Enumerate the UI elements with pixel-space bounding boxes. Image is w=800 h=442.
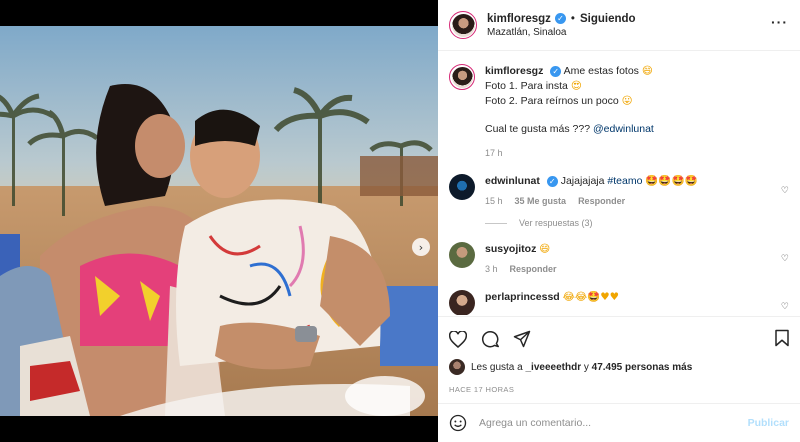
post-time-ago: HACE 17 HORAS <box>449 385 515 394</box>
likes-count[interactable]: 47.495 personas más <box>592 362 693 373</box>
verified-badge-icon: ✓ <box>546 176 558 188</box>
heart-eyes-emoji: 😍 <box>570 80 582 93</box>
carousel-next-button[interactable]: › <box>412 238 430 256</box>
post-actions: Les gusta a _iveeeethdr y 47.495 persona… <box>438 316 800 394</box>
save-bookmark-icon[interactable] <box>774 329 790 347</box>
post-photo[interactable]: › <box>0 26 438 416</box>
couple-beach-photo <box>0 26 438 416</box>
author-username[interactable]: kimfloresgz <box>487 13 551 25</box>
likes-summary[interactable]: Les gusta a _iveeeethdr y 47.495 persona… <box>449 359 789 375</box>
tongue-emoji: 😛 <box>621 95 633 108</box>
smiley-icon[interactable] <box>449 414 467 432</box>
verified-badge-icon: ✓ <box>554 13 566 24</box>
like-comment-heart-icon[interactable]: ♡ <box>781 254 789 264</box>
post-header: kimfloresgz ✓ • Siguiendo Mazatlán, Sina… <box>438 0 800 51</box>
like-comment-heart-icon[interactable]: ♡ <box>781 186 789 196</box>
comment-likes[interactable]: 35 Me gusta <box>515 196 567 206</box>
publish-button[interactable]: Publicar <box>748 417 789 429</box>
reply-button[interactable]: Responder <box>510 264 557 274</box>
star-struck-emoji: 🤩🤩🤩🤩 <box>645 174 698 187</box>
caption-line: Cual te gusta más ??? <box>485 122 591 135</box>
caption-line: Foto 2. Para reírnos un poco <box>485 95 619 108</box>
more-options-icon[interactable]: ··· <box>771 14 788 30</box>
comment-time[interactable]: 3 h <box>485 264 498 274</box>
comment-avatar[interactable] <box>449 242 475 269</box>
liker-username[interactable]: _iveeeethdr <box>526 362 582 373</box>
comment-username[interactable]: susyojitoz <box>485 243 536 255</box>
comment-input[interactable] <box>479 417 748 429</box>
post-side-panel: kimfloresgz ✓ • Siguiendo Mazatlán, Sina… <box>438 0 800 442</box>
post-location[interactable]: Mazatlán, Sinaloa <box>487 27 636 38</box>
comment-username[interactable]: edwinlunat <box>485 175 540 187</box>
view-replies-label: Ver respuestas (3) <box>519 218 593 229</box>
author-avatar[interactable] <box>449 11 477 39</box>
comment: edwinlunat ✓ Jajajajaja #teamo 🤩🤩🤩🤩 15 h… <box>449 173 789 208</box>
grinning-emoji: 😄 <box>641 65 653 77</box>
mention-link[interactable]: @edwinlunat <box>593 123 654 135</box>
caption-username[interactable]: kimfloresgz <box>485 65 543 77</box>
comments-list[interactable]: kimfloresgz ✓ Ame estas fotos 😄 Foto 1. … <box>438 52 800 315</box>
caption-avatar[interactable] <box>449 64 475 90</box>
caption-line: Ame estas fotos <box>563 65 639 77</box>
likes-prefix: Les gusta a <box>471 361 523 373</box>
likes-conjunction: y <box>583 361 589 373</box>
verified-badge-icon: ✓ <box>550 66 562 78</box>
add-comment-bar: Publicar <box>438 403 800 442</box>
comment: susyojitoz 😄 3 h Responder ♡ <box>449 242 789 276</box>
grinning-emoji: 😄 <box>539 243 551 256</box>
comment-text: Jajajajaja <box>560 174 605 187</box>
comment: perlaprincessd 😂😂🤩♥♥ ♡ <box>449 290 789 315</box>
comment-username[interactable]: perlaprincessd <box>485 291 560 303</box>
comment-avatar[interactable] <box>449 290 475 315</box>
caption: kimfloresgz ✓ Ame estas fotos 😄 Foto 1. … <box>449 64 789 160</box>
post-media-pane: › <box>0 0 438 442</box>
caption-line: Foto 1. Para insta <box>485 80 568 93</box>
hashtag-link[interactable]: #teamo <box>607 175 642 187</box>
comment-avatar[interactable] <box>449 173 475 200</box>
like-comment-heart-icon[interactable]: ♡ <box>781 302 789 312</box>
comment-time[interactable]: 15 h <box>485 196 503 206</box>
laughing-emoji: 😂😂🤩♥♥ <box>562 291 620 304</box>
share-paper-plane-icon[interactable] <box>513 330 531 348</box>
caption-time[interactable]: 17 h <box>485 148 503 158</box>
like-heart-icon[interactable] <box>449 330 467 348</box>
reply-button[interactable]: Responder <box>578 196 625 206</box>
view-replies-button[interactable]: Ver respuestas (3) <box>485 218 789 228</box>
liker-avatar <box>449 359 465 375</box>
comment-bubble-icon[interactable] <box>481 330 499 348</box>
separator-dot: • <box>570 12 575 25</box>
follow-status-button[interactable]: Siguiendo <box>580 13 636 25</box>
